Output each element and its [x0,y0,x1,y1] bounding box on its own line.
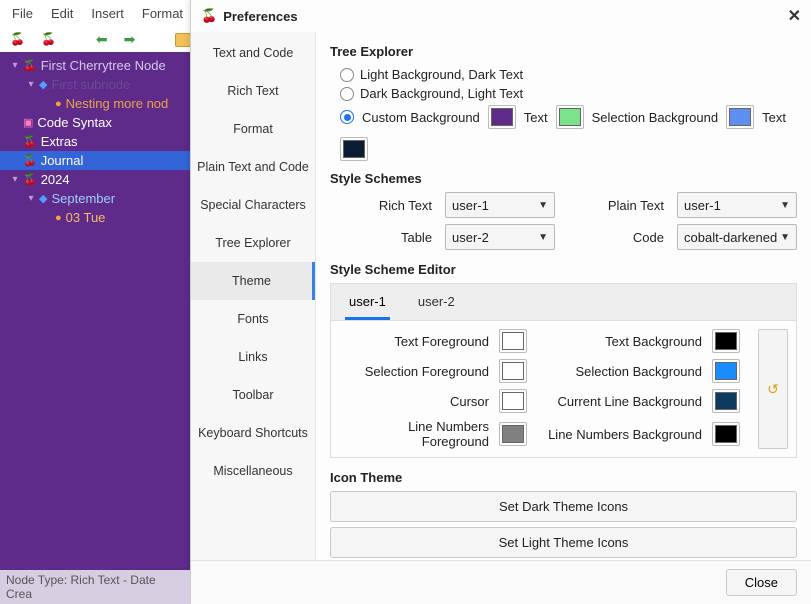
tree-item[interactable]: 🍒Extras [0,132,190,151]
color-custom-bg[interactable] [488,105,516,129]
menu-file[interactable]: File [12,6,33,21]
close-button[interactable]: Close [726,569,797,596]
color-linenum-fg[interactable] [499,422,527,446]
folder-open-icon[interactable] [175,33,191,47]
color-linenum-bg[interactable] [712,422,740,446]
section-icon-theme: Icon Theme [330,470,797,485]
category-item[interactable]: Miscellaneous [191,452,315,490]
cherry-icon: 🍒 [201,8,217,24]
radio-custom-bg[interactable] [340,110,354,124]
category-item[interactable]: Tree Explorer [191,224,315,262]
cherry-icon[interactable]: 🍒 [41,32,56,46]
category-item[interactable]: Keyboard Shortcuts [191,414,315,452]
menu-insert[interactable]: Insert [91,6,124,21]
category-item[interactable]: Rich Text [191,72,315,110]
nav-back-icon[interactable]: ⬅ [96,31,108,48]
tree-item[interactable]: ▾🍒2024 [0,170,190,189]
tree-panel: ▾🍒First Cherrytree Node▾◆First subnode●N… [0,52,190,596]
category-list: Text and CodeRich TextFormatPlain Text a… [191,32,316,560]
color-text-fg[interactable] [499,329,527,353]
category-item[interactable]: Toolbar [191,376,315,414]
nav-forward-icon[interactable]: ➡ [124,31,136,48]
select-table[interactable]: user-2▼ [445,224,555,250]
menu-edit[interactable]: Edit [51,6,73,21]
set-dark-icons-button[interactable]: Set Dark Theme Icons [330,491,797,522]
chevron-down-icon: ▼ [780,200,790,211]
color-sel-bg[interactable] [726,105,754,129]
section-scheme-editor: Style Scheme Editor [330,262,797,277]
section-style-schemes: Style Schemes [330,171,797,186]
select-code[interactable]: cobalt-darkened▼ [677,224,797,250]
color-curline-bg[interactable] [712,389,740,413]
dialog-titlebar: 🍒 Preferences ✕ [191,0,811,32]
category-item[interactable]: Fonts [191,300,315,338]
category-item[interactable]: Links [191,338,315,376]
select-plain-text[interactable]: user-1▼ [677,192,797,218]
tab-user-1[interactable]: user-1 [345,290,390,320]
color-sel-fg[interactable] [499,359,527,383]
tree-item[interactable]: ▣Code Syntax [0,113,190,132]
section-tree-explorer: Tree Explorer [330,44,797,59]
close-icon[interactable]: ✕ [788,6,801,26]
chevron-down-icon: ▼ [538,200,548,211]
reset-scheme-button[interactable]: ↺ [758,329,788,449]
chevron-down-icon: ▼ [538,232,548,243]
chevron-down-icon: ▼ [780,232,790,243]
category-item[interactable]: Theme [191,262,315,300]
status-bar: Node Type: Rich Text - Date Crea [0,570,190,604]
tree-item[interactable]: ▾🍒First Cherrytree Node [0,56,190,75]
set-light-icons-button[interactable]: Set Light Theme Icons [330,527,797,558]
tree-item[interactable]: ●03 Tue [0,208,190,227]
menu-format[interactable]: Format [142,6,183,21]
tree-item[interactable]: ●Nesting more nod [0,94,190,113]
tree-item[interactable]: ▾◆September [0,189,190,208]
preferences-content: Tree Explorer Light Background, Dark Tex… [316,32,811,560]
tree-item[interactable]: 🍒Journal [0,151,190,170]
color-text-bg[interactable] [712,329,740,353]
color-sel-bg2[interactable] [712,359,740,383]
dialog-footer: Close [191,560,811,604]
category-item[interactable]: Format [191,110,315,148]
preferences-dialog: 🍒 Preferences ✕ Text and CodeRich TextFo… [190,0,811,604]
dialog-title: Preferences [223,9,297,24]
radio-light-bg[interactable] [340,68,354,82]
color-custom-text[interactable] [556,105,584,129]
scheme-editor-tabs: user-1 user-2 [330,283,797,320]
tab-user-2[interactable]: user-2 [414,290,459,320]
cherry-icon[interactable]: 🍒 [10,32,25,46]
select-rich-text[interactable]: user-1▼ [445,192,555,218]
color-sel-text[interactable] [340,137,368,161]
radio-dark-bg[interactable] [340,87,354,101]
color-cursor[interactable] [499,389,527,413]
category-item[interactable]: Special Characters [191,186,315,224]
category-item[interactable]: Plain Text and Code [191,148,315,186]
category-item[interactable]: Text and Code [191,34,315,72]
tree-item[interactable]: ▾◆First subnode [0,75,190,94]
